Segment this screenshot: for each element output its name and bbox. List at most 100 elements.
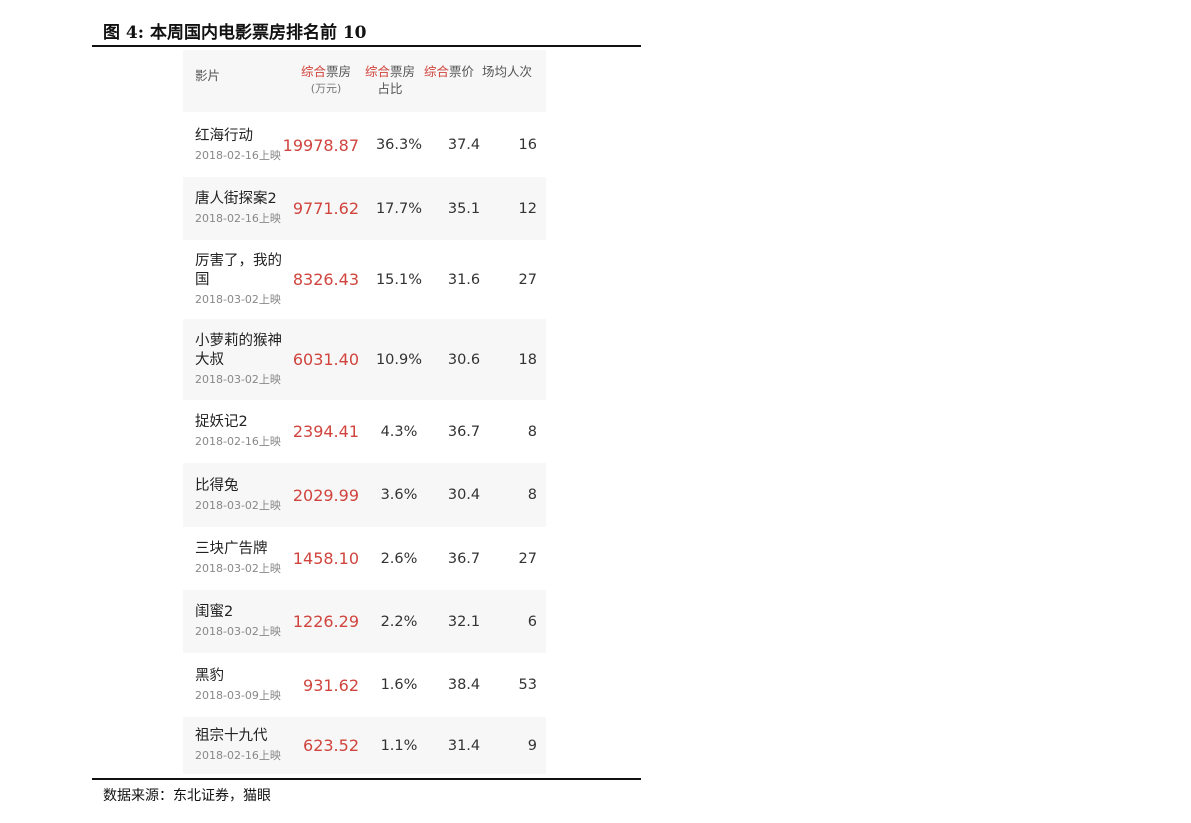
film-name: 厉害了，我的国 xyxy=(195,252,282,288)
share-value: 17.7% xyxy=(375,200,423,217)
release-date: 2018-03-02上映 xyxy=(195,372,281,386)
share-value: 3.6% xyxy=(380,487,418,503)
table-row: 厉害了，我的国 2018-03-02上映 8326.43 15.1% 31.6 … xyxy=(183,240,546,319)
header-share-suffix: 票房 xyxy=(390,64,416,79)
price-value: 38.4 xyxy=(447,677,481,693)
share-value: 36.3% xyxy=(375,137,423,153)
people-value: 18 xyxy=(518,351,537,368)
release-date: 2018-03-02上映 xyxy=(195,292,281,306)
release-date: 2018-03-09上映 xyxy=(195,688,281,702)
box-office-value: 8326.43 xyxy=(292,270,359,289)
price-value: 36.7 xyxy=(447,550,481,567)
film-name: 三块广告牌 xyxy=(195,541,268,557)
film-name: 唐人街探案2 xyxy=(195,191,277,207)
film-cell: 三块广告牌 2018-03-02上映 xyxy=(195,527,295,590)
film-cell: 厉害了，我的国 2018-03-02上映 xyxy=(195,240,295,319)
box-office-value: 1458.10 xyxy=(292,549,359,568)
film-cell: 红海行动 2018-02-16上映 xyxy=(195,113,295,177)
box-office-value: 1226.29 xyxy=(292,612,359,631)
header-film: 影片 xyxy=(195,68,221,83)
price-value: 30.4 xyxy=(447,487,481,503)
figure-title: 图 4: 本周国内电影票房排名前 10 xyxy=(103,23,367,43)
people-value: 27 xyxy=(518,550,537,567)
header-box-office: 综合票房 (万元) xyxy=(301,63,351,97)
price-value: 30.6 xyxy=(447,351,481,368)
header-price-prefix: 综合 xyxy=(424,64,450,79)
film-name: 捉妖记2 xyxy=(195,414,248,430)
header-box-unit: (万元) xyxy=(310,82,342,95)
release-date: 2018-03-02上映 xyxy=(195,625,281,638)
price-value: 36.7 xyxy=(447,423,481,440)
share-value: 1.1% xyxy=(380,737,418,754)
share-value: 15.1% xyxy=(375,271,423,288)
people-value: 12 xyxy=(518,200,537,217)
share-value: 1.6% xyxy=(380,677,418,693)
price-value: 35.1 xyxy=(447,200,481,217)
table-row: 唐人街探案2 2018-02-16上映 9771.62 17.7% 35.1 1… xyxy=(183,177,546,240)
release-date: 2018-03-02上映 xyxy=(195,562,281,575)
box-office-value: 6031.40 xyxy=(292,350,359,369)
table-row: 红海行动 2018-02-16上映 19978.87 36.3% 37.4 16 xyxy=(183,113,546,177)
table-row: 三块广告牌 2018-03-02上映 1458.10 2.6% 36.7 27 xyxy=(183,527,546,590)
bottom-rule xyxy=(92,778,641,780)
people-value: 16 xyxy=(518,137,537,153)
price-value: 31.4 xyxy=(447,737,481,754)
people-value: 53 xyxy=(518,677,537,693)
film-cell: 祖宗十九代 2018-02-16上映 xyxy=(195,717,295,774)
header-box-prefix: 综合 xyxy=(301,64,327,79)
film-cell: 捉妖记2 2018-02-16上映 xyxy=(195,400,295,463)
header-share-line2: 占比 xyxy=(377,81,403,96)
table-row: 闺蜜2 2018-03-02上映 1226.29 2.2% 32.1 6 xyxy=(183,590,546,653)
source-note: 数据来源：东北证券，猫眼 xyxy=(103,788,271,804)
box-office-value: 2029.99 xyxy=(292,485,359,505)
header-box-suffix: 票房 xyxy=(326,64,352,79)
film-name: 比得兔 xyxy=(195,477,239,494)
header-share: 综合票房 占比 xyxy=(365,63,415,97)
film-name: 小萝莉的猴神大叔 xyxy=(195,332,282,368)
table-row: 比得兔 2018-03-02上映 2029.99 3.6% 30.4 8 xyxy=(183,463,546,527)
box-office-value: 19978.87 xyxy=(282,135,359,155)
people-value: 27 xyxy=(518,271,537,288)
release-date: 2018-02-16上映 xyxy=(195,435,281,448)
box-office-value: 931.62 xyxy=(303,675,359,695)
share-value: 4.3% xyxy=(380,423,418,440)
film-cell: 比得兔 2018-03-02上映 xyxy=(195,463,295,527)
film-cell: 唐人街探案2 2018-02-16上映 xyxy=(195,177,295,240)
people-value: 8 xyxy=(527,423,537,440)
price-value: 31.6 xyxy=(447,271,481,288)
release-date: 2018-02-16上映 xyxy=(195,212,281,225)
film-name: 红海行动 xyxy=(195,127,253,144)
people-value: 9 xyxy=(527,737,537,754)
price-value: 32.1 xyxy=(447,613,481,630)
table-row: 黑豹 2018-03-09上映 931.62 1.6% 38.4 53 xyxy=(183,653,546,717)
film-name: 闺蜜2 xyxy=(195,604,234,620)
price-value: 37.4 xyxy=(447,137,481,153)
box-office-table: 影片 综合票房 (万元) 综合票房 占比 综合票价 场均人次 红海行动 2018… xyxy=(183,50,546,774)
table-row: 祖宗十九代 2018-02-16上映 623.52 1.1% 31.4 9 xyxy=(183,717,546,774)
box-office-value: 9771.62 xyxy=(292,199,359,218)
release-date: 2018-02-16上映 xyxy=(195,749,281,762)
header-share-prefix: 综合 xyxy=(365,64,391,79)
people-value: 8 xyxy=(527,487,537,503)
header-people-label: 场均人次 xyxy=(482,64,533,79)
film-name: 祖宗十九代 xyxy=(195,728,268,744)
header-price: 综合票价 xyxy=(424,63,474,80)
release-date: 2018-02-16上映 xyxy=(195,148,281,162)
film-name: 黑豹 xyxy=(195,667,224,684)
table-header: 影片 综合票房 (万元) 综合票房 占比 综合票价 场均人次 xyxy=(183,50,546,112)
share-value: 2.2% xyxy=(380,613,418,630)
film-cell: 黑豹 2018-03-09上映 xyxy=(195,653,295,717)
film-cell: 小萝莉的猴神大叔 2018-03-02上映 xyxy=(195,319,295,400)
release-date: 2018-03-02上映 xyxy=(195,498,281,512)
table-row: 小萝莉的猴神大叔 2018-03-02上映 6031.40 10.9% 30.6… xyxy=(183,319,546,400)
share-value: 2.6% xyxy=(380,550,418,567)
box-office-value: 2394.41 xyxy=(292,422,359,441)
film-cell: 闺蜜2 2018-03-02上映 xyxy=(195,590,295,653)
people-value: 6 xyxy=(527,613,537,630)
header-people: 场均人次 xyxy=(482,63,532,80)
header-price-suffix: 票价 xyxy=(449,64,475,79)
share-value: 10.9% xyxy=(375,351,423,368)
table-row: 捉妖记2 2018-02-16上映 2394.41 4.3% 36.7 8 xyxy=(183,400,546,463)
top-rule xyxy=(92,45,641,47)
box-office-value: 623.52 xyxy=(303,736,359,755)
